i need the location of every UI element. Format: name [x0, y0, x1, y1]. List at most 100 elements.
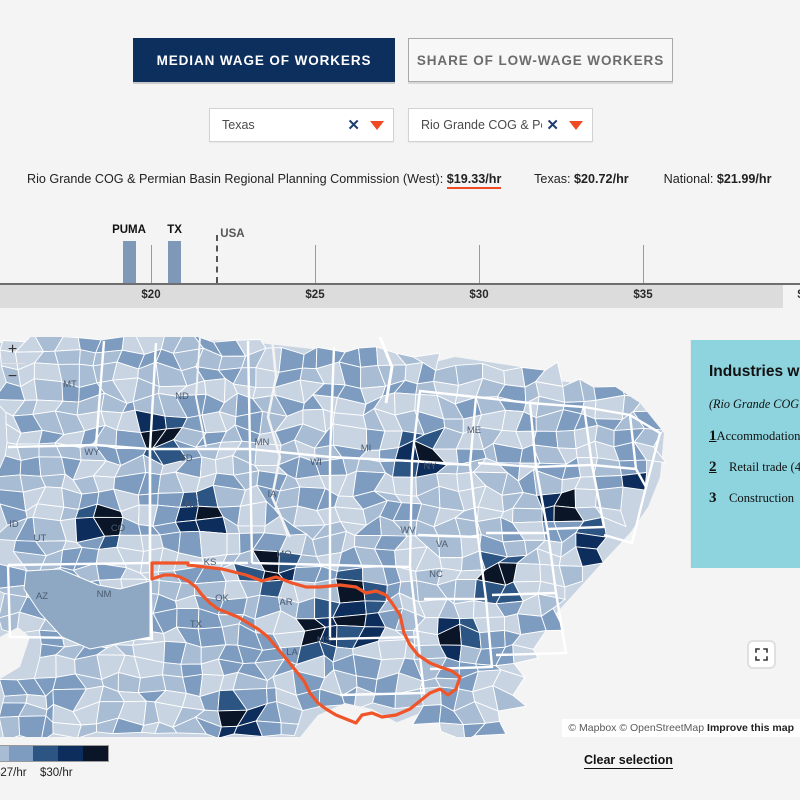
puma-region[interactable] [479, 629, 506, 650]
puma-region[interactable] [392, 476, 418, 497]
axis-tick [315, 245, 316, 283]
map-legend: $27/hr $30/hr [0, 745, 158, 781]
puma-region[interactable] [137, 674, 167, 694]
state-label: NY [423, 461, 437, 472]
legend-labels: $27/hr $30/hr [0, 767, 158, 781]
rank-number: 3 [709, 490, 717, 507]
state-label: UT [34, 533, 47, 544]
attribution-text: © Mapbox © OpenStreetMap [568, 722, 705, 734]
state-label: VA [436, 539, 449, 550]
state-label: CO [111, 523, 125, 534]
legend-label: $27/hr [0, 767, 27, 779]
puma-region[interactable] [358, 346, 379, 368]
state-label: AR [279, 597, 292, 608]
industries-info-panel: Industries with Largest Low-Wage Share (… [691, 340, 800, 568]
puma-region[interactable] [392, 460, 420, 478]
chevron-down-icon[interactable] [569, 120, 583, 130]
state-label: MT [63, 379, 77, 390]
zoom-in-button[interactable]: + [0, 337, 25, 363]
puma-region[interactable] [199, 530, 228, 559]
puma-region[interactable] [266, 687, 278, 705]
tab-share-of-low-wage-workers[interactable]: SHARE OF LOW-WAGE WORKERS [408, 38, 673, 82]
axis-tick [643, 245, 644, 283]
state-label: MS [317, 635, 331, 646]
axis-tick-label: $25 [305, 289, 325, 301]
region-select-value: Rio Grande COG & Pe... [421, 118, 542, 132]
state-label: IA [268, 489, 278, 500]
puma-region[interactable] [19, 456, 42, 477]
improve-map-link[interactable]: Improve this map [707, 722, 794, 734]
legend-swatch [8, 746, 34, 761]
axis-label-strip [0, 285, 783, 308]
summary-national-label: National: [663, 172, 714, 186]
tab-median-wage-of-workers[interactable]: MEDIAN WAGE OF WORKERS [133, 38, 395, 82]
puma-region[interactable] [503, 366, 526, 388]
legend-label: $30/hr [40, 767, 73, 779]
industry-name: Construction [729, 491, 795, 506]
fullscreen-icon[interactable] [749, 642, 774, 667]
puma-region[interactable] [512, 507, 543, 524]
usa-reference-line [216, 235, 219, 283]
industry-name: Retail trade (4%) [729, 460, 800, 475]
legend-swatch [58, 746, 84, 761]
close-icon[interactable]: ✕ [343, 118, 370, 133]
puma-region[interactable] [157, 492, 185, 508]
region-select[interactable]: Rio Grande COG & Pe... ✕ [408, 108, 593, 142]
axis-tick-label: $35 [633, 289, 653, 301]
puma-region[interactable] [137, 492, 159, 506]
bar-label: PUMA [112, 224, 146, 236]
puma-region[interactable] [38, 456, 66, 477]
axis-tick [479, 245, 480, 283]
state-label: SD [179, 453, 192, 464]
clear-selection-button[interactable]: Clear selection [584, 753, 673, 769]
choropleth-map[interactable]: ID MT ND MN SD WY NE IA WI UT CO KS MO AZ NM OK AR TX LA MS… [0, 337, 800, 737]
bar-label: TX [167, 224, 182, 236]
summary-state-label: Texas: [534, 172, 571, 186]
state-label: MI [361, 443, 372, 454]
state-label: ND [175, 391, 189, 402]
summary-region-label: Rio Grande COG & Permian Basin Regional … [27, 172, 444, 186]
state-label: ME [467, 425, 481, 436]
list-item: 3 Construction [709, 490, 800, 507]
legend-swatch [33, 746, 59, 761]
puma-region[interactable] [226, 532, 241, 556]
bar [168, 241, 182, 283]
puma-region[interactable] [502, 539, 528, 558]
puma-region[interactable] [377, 639, 408, 661]
summary-national-value: $21.99/hr [716, 172, 772, 186]
state-label: MO [276, 549, 291, 560]
zoom-out-button[interactable]: − [0, 363, 25, 389]
state-label: KS [204, 557, 217, 568]
map-graphic: ID MT ND MN SD WY NE IA WI UT CO KS MO AZ NM OK AR TX LA MS… [0, 337, 800, 737]
state-label: ID [9, 519, 19, 530]
puma-region[interactable] [513, 562, 542, 583]
list-item: 1 Accommodation and food services [709, 428, 800, 445]
summary-region-value: $19.33/hr [446, 172, 502, 189]
puma-region[interactable] [197, 626, 227, 648]
wage-summary-line: Rio Grande COG & Permian Basin Regional … [27, 172, 787, 189]
state-label: NM [97, 589, 112, 600]
state-select-value: Texas [222, 118, 255, 132]
puma-region[interactable] [54, 349, 81, 365]
rank-number: 1 [709, 428, 717, 445]
chevron-down-icon[interactable] [370, 120, 384, 130]
puma-region[interactable] [18, 715, 47, 737]
state-select[interactable]: Texas ✕ [209, 108, 394, 142]
close-icon[interactable]: ✕ [542, 118, 569, 133]
axis-tick-label: $20 [141, 289, 161, 301]
state-label: AZ [36, 591, 48, 602]
state-label: WY [84, 447, 100, 458]
legend-swatches [0, 745, 109, 762]
puma-region[interactable] [574, 488, 598, 509]
state-label: TX [190, 619, 203, 630]
puma-region[interactable] [555, 429, 577, 450]
puma-region[interactable] [33, 378, 64, 402]
puma-region[interactable] [0, 715, 21, 737]
axis-tick-label: $30 [469, 289, 489, 301]
puma-region[interactable] [2, 694, 28, 704]
legend-swatch [0, 746, 9, 761]
state-label: NC [429, 569, 443, 580]
wage-distribution-axis: $20$25$30$35$40PUMATXUSA [0, 213, 800, 313]
puma-region[interactable] [0, 474, 24, 493]
state-label: MN [255, 437, 270, 448]
